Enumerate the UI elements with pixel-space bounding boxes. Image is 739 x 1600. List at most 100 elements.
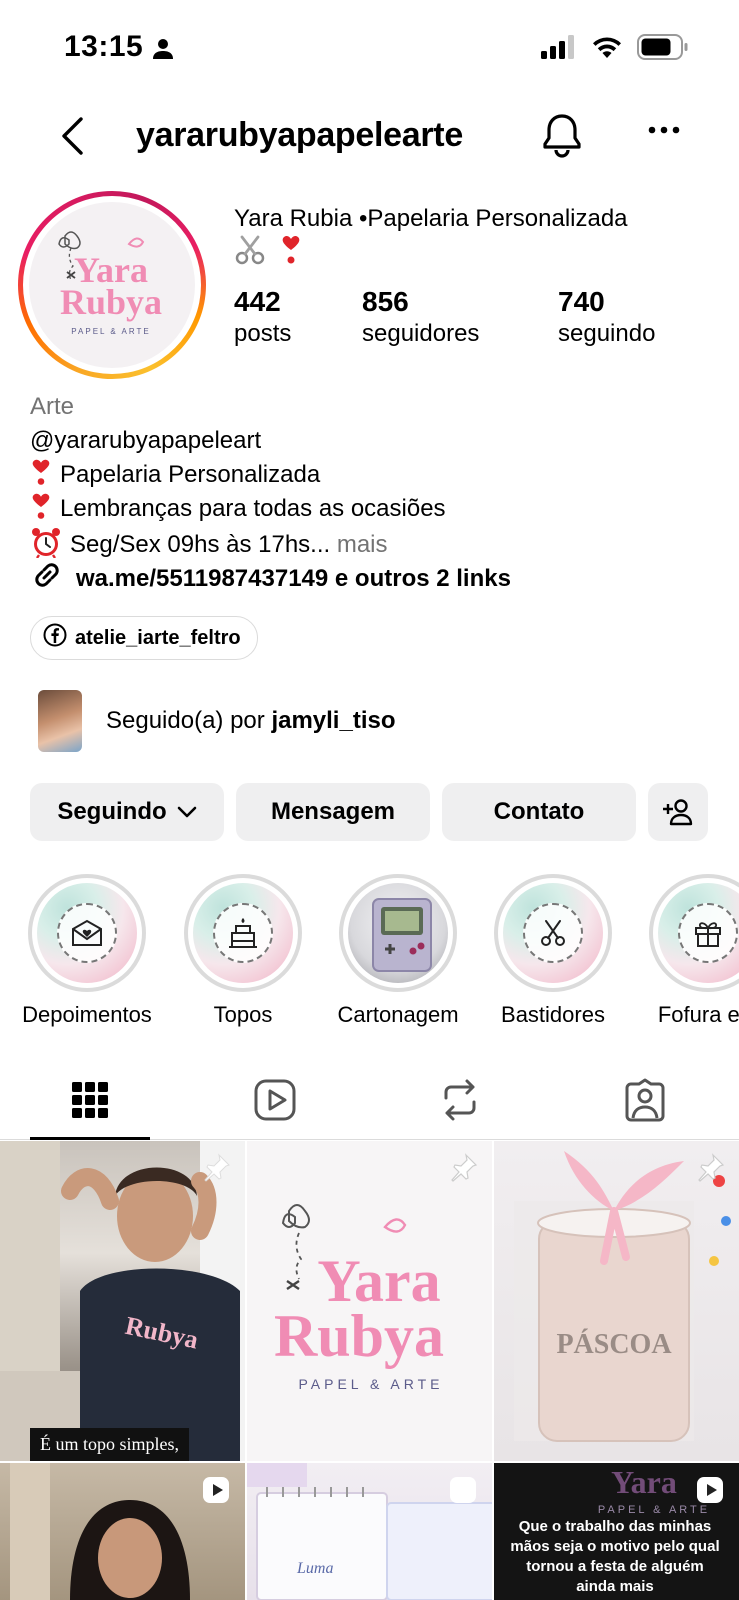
stat-value: 856 xyxy=(362,286,409,317)
profile-content-tabs xyxy=(0,1060,739,1140)
tab-reels[interactable] xyxy=(215,1060,335,1140)
repost-icon xyxy=(444,1079,476,1121)
post-thumbnail[interactable]: Luma xyxy=(247,1463,492,1600)
post-thumbnail[interactable] xyxy=(0,1463,245,1600)
bio-line: Papelaria Personalizada xyxy=(30,458,720,492)
bio-category: Arte xyxy=(30,393,75,420)
stat-label: seguidores xyxy=(362,320,480,347)
profile-header: yararubyapapelearte xyxy=(0,100,739,176)
links-text: wa.me/5511987437149 e outros 2 links xyxy=(76,564,511,592)
svg-text:Yara: Yara xyxy=(611,1464,677,1500)
highlight-label: Topos xyxy=(213,1002,273,1027)
bio-line: Lembranças para todas as ocasiões xyxy=(30,492,720,526)
svg-text:PAPEL & ARTE: PAPEL & ARTE xyxy=(598,1504,710,1516)
envelope-icon xyxy=(57,903,117,963)
scissors-icon xyxy=(523,903,583,963)
display-name-text: Yara Rubia •Papelaria Personalizada xyxy=(234,205,628,232)
pinned-icon xyxy=(695,1153,725,1188)
reel-icon xyxy=(448,1475,478,1510)
link-icon xyxy=(30,558,64,599)
bio-more-link[interactable]: mais xyxy=(337,531,388,558)
page-title: yararubyapapelearte xyxy=(136,116,463,154)
bio-line-text: Papelaria Personalizada xyxy=(60,461,321,488)
person-icon xyxy=(152,38,174,65)
post-thumbnail[interactable]: Yara PAPEL & ARTE Que o trabalho das min… xyxy=(494,1463,739,1600)
bio-line-text: Seg/Sex 09hs às 17hs... xyxy=(70,531,331,558)
tab-tagged[interactable] xyxy=(585,1060,705,1140)
profile-actions: Seguindo Mensagem Contato xyxy=(30,783,708,841)
post-thumbnail[interactable]: Yara Rubya PAPEL & ARTE xyxy=(247,1141,492,1461)
tab-reposts[interactable] xyxy=(400,1060,520,1140)
chevron-left-icon xyxy=(62,117,83,155)
logo-text-line2: Rubya xyxy=(60,282,162,322)
tab-grid[interactable] xyxy=(30,1060,150,1140)
follower-avatar xyxy=(38,690,82,752)
logo-tagline: PAPEL & ARTE xyxy=(71,327,150,336)
svg-text:Luma: Luma xyxy=(296,1560,333,1577)
scissors-emoji-icon xyxy=(234,234,266,274)
yara-rubya-logo: Yara Rubya PAPEL & ARTE xyxy=(29,202,195,368)
message-button[interactable]: Mensagem xyxy=(236,783,430,841)
stat-followers[interactable]: 856 seguidores xyxy=(362,286,479,348)
battery-icon xyxy=(637,34,689,65)
highlight-label: Bastidores xyxy=(501,1002,605,1027)
status-icons xyxy=(541,34,689,65)
more-options-icon[interactable] xyxy=(648,122,680,140)
bio-line-text: Lembranças para todas as ocasiões xyxy=(60,495,446,522)
heart-exclamation-icon xyxy=(30,492,52,519)
profile-links[interactable]: wa.me/5511987437149 e outros 2 links xyxy=(30,558,511,599)
tagged-person-icon xyxy=(625,1078,665,1122)
stat-label: posts xyxy=(234,320,292,347)
cake-icon xyxy=(213,903,273,963)
post-overlay-text: PÁSCOA xyxy=(556,1329,672,1360)
highlight-fofura[interactable]: Fofura em xyxy=(633,874,739,1028)
facebook-profile-chip[interactable]: atelie_iarte_feltro xyxy=(30,616,258,660)
heart-exclamation-icon xyxy=(30,458,52,485)
pinned-icon xyxy=(201,1153,231,1188)
back-button[interactable] xyxy=(52,114,92,158)
following-label: Seguindo xyxy=(57,798,167,825)
stat-value: 740 xyxy=(558,286,605,317)
highlight-label: Depoimentos xyxy=(22,1002,152,1027)
stat-value: 442 xyxy=(234,286,281,317)
post-caption: É um topo simples, xyxy=(30,1428,189,1461)
post-caption: Que o trabalho das minhas mãos seja o mo… xyxy=(510,1518,720,1595)
post-thumbnail[interactable]: Rubya É um topo simples, xyxy=(0,1141,245,1461)
highlight-topos[interactable]: Topos xyxy=(168,874,318,1028)
followed-by-text: Seguido(a) por jamyli_tiso xyxy=(106,707,396,735)
facebook-icon xyxy=(43,623,67,653)
bio-line: Seg/Sex 09hs às 17hs... mais xyxy=(30,526,720,562)
stat-following[interactable]: 740 seguindo xyxy=(558,286,655,348)
active-tab-indicator xyxy=(30,1137,150,1140)
suggest-people-button[interactable] xyxy=(648,783,708,841)
logo-tagline: PAPEL & ARTE xyxy=(298,1376,443,1392)
highlight-bastidores[interactable]: Bastidores xyxy=(478,874,628,1028)
highlight-depoimentos[interactable]: Depoimentos xyxy=(12,874,162,1028)
profile-display-name: Yara Rubia •Papelaria Personalizada xyxy=(234,204,714,274)
stat-posts[interactable]: 442 posts xyxy=(234,286,291,348)
stat-label: seguindo xyxy=(558,320,656,347)
gift-icon xyxy=(678,903,738,963)
profile-bio: Arte @yararubyapapeleart Papelaria Perso… xyxy=(30,390,720,562)
message-label: Mensagem xyxy=(270,798,396,825)
status-time: 13:15 xyxy=(64,30,144,63)
posts-grid: Rubya É um topo simples, Yara Rubya PAPE… xyxy=(0,1141,739,1600)
post-thumbnail[interactable]: PÁSCOA xyxy=(494,1141,739,1461)
following-button[interactable]: Seguindo xyxy=(30,783,224,841)
logo-text-line2: Rubya xyxy=(274,1303,444,1369)
followed-by-user: jamyli_tiso xyxy=(271,707,396,734)
bell-icon[interactable] xyxy=(542,112,582,163)
profile-avatar[interactable]: Yara Rubya PAPEL & ARTE xyxy=(18,191,206,379)
wifi-icon xyxy=(591,35,623,64)
followed-by-row[interactable]: Seguido(a) por jamyli_tiso xyxy=(38,690,396,752)
highlight-label: Fofura em xyxy=(657,1002,739,1027)
reel-icon xyxy=(201,1475,231,1510)
contact-button[interactable]: Contato xyxy=(442,783,636,841)
followed-by-prefix: Seguido(a) por xyxy=(106,707,272,734)
story-highlights: Depoimentos Topos Cartonagem Bastidores xyxy=(0,874,739,1034)
bio-handle: @yararubyapapeleart xyxy=(30,427,262,454)
highlight-label: Cartonagem xyxy=(337,1002,459,1027)
highlight-cartonagem[interactable]: Cartonagem xyxy=(323,874,473,1028)
alarm-clock-icon xyxy=(30,526,62,559)
grid-icon xyxy=(72,1082,108,1118)
